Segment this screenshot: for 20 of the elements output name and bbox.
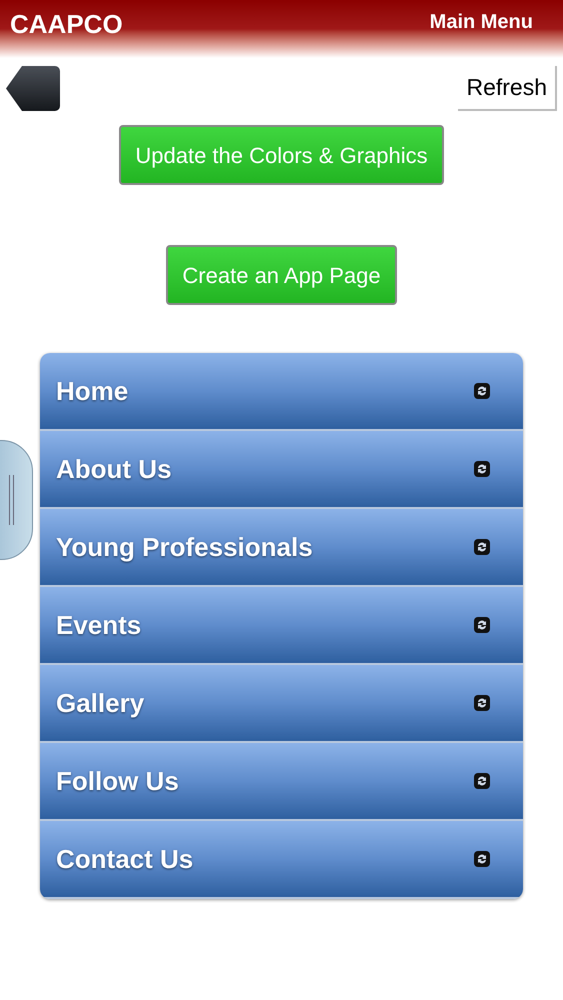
back-button[interactable] — [6, 66, 60, 111]
refresh-icon — [473, 694, 491, 712]
menu-item[interactable]: Follow Us — [40, 743, 523, 821]
refresh-button[interactable]: Refresh — [458, 66, 557, 111]
app-title: CAAPCO — [10, 8, 123, 40]
action-button[interactable]: Create an App Page — [166, 245, 397, 305]
refresh-icon — [473, 382, 491, 400]
menu-item[interactable]: Gallery — [40, 665, 523, 743]
menu-item[interactable]: About Us — [40, 431, 523, 509]
refresh-icon — [473, 850, 491, 868]
refresh-icon — [473, 616, 491, 634]
menu-item[interactable]: Home — [40, 353, 523, 431]
refresh-icon — [473, 460, 491, 478]
menu-item[interactable]: Events — [40, 587, 523, 665]
menu-item[interactable]: Contact Us — [40, 821, 523, 899]
menu-item[interactable]: Young Professionals — [40, 509, 523, 587]
action-button[interactable]: Update the Colors & Graphics — [119, 125, 444, 185]
refresh-icon — [473, 772, 491, 790]
main-menu-button[interactable]: Main Menu — [430, 8, 533, 36]
refresh-icon — [473, 538, 491, 556]
